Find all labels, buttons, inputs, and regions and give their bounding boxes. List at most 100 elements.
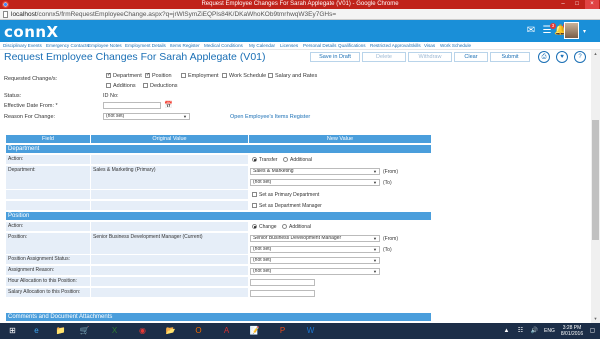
favorite-heart-icon[interactable]: ♥ [556,51,568,63]
nav-item[interactable]: Visas [424,43,435,48]
dept-to-select[interactable]: (not set) ▼ [250,179,380,186]
nav-item[interactable]: Items Register [170,43,200,48]
nav-item[interactable]: Licenses [280,43,298,48]
pos-additional-label: Additional [289,224,311,230]
change-deductions-checkbox[interactable] [143,83,148,88]
col-header-original: Original Value [91,135,248,143]
nav-item[interactable]: Employee Notes [88,43,122,48]
change-salary-checkbox[interactable] [268,73,273,78]
change-salary-label: Salary and Rates [275,73,318,79]
dept-from-label: (From) [383,169,398,175]
help-icon[interactable]: ? [574,51,586,63]
effective-date-input[interactable] [103,102,161,109]
maximize-icon[interactable]: □ [570,0,584,9]
print-icon[interactable]: ⎙ [538,51,550,63]
minimize-icon[interactable]: – [556,0,570,9]
effective-date-label: Effective Date From: * [4,103,58,109]
nav-item[interactable]: Skills [410,43,421,48]
language-indicator[interactable]: ENG [544,328,555,334]
dept-transfer-label: Transfer [259,157,278,163]
hour-allocation-label: Hour Allocation to this Position: [6,277,90,287]
status-label: Status: [4,93,22,99]
nav-item[interactable]: Emergency Contacts [46,43,89,48]
url-text[interactable]: localhost/connx5/frmRequestEmployeeChang… [11,11,336,18]
dept-from-select[interactable]: Sales & Marketing ▼ [250,168,380,175]
file-explorer-icon[interactable]: 📁 [54,325,67,337]
delete-button[interactable]: Delete [362,52,406,62]
tasks-icon[interactable]: ☰ 3 [541,23,556,37]
change-employment-checkbox[interactable] [181,73,186,78]
withdraw-button[interactable]: Withdraw [408,52,452,62]
set-dept-manager-label: Set as Department Manager [259,203,322,209]
nav-item[interactable]: My Calendar [249,43,275,48]
submit-button[interactable]: Submit [490,52,530,62]
dept-primary-original [91,190,248,200]
change-employment-label: Employment [188,73,219,79]
department-section-header: Department [6,145,431,153]
hour-allocation-input[interactable] [250,279,315,286]
pos-to-label: (To) [383,247,392,253]
module-nav: Disciplinary Events Emergency Contacts E… [0,42,600,50]
outlook-icon[interactable]: O [192,325,205,337]
clear-button[interactable]: Clear [454,52,488,62]
store-icon[interactable]: 🛒 [78,325,91,337]
change-department-checkbox[interactable] [106,72,111,78]
nav-item[interactable]: Disciplinary Events [3,43,42,48]
nav-item[interactable]: Employment Details [125,43,166,48]
attachments-section-header[interactable]: Comments and Document Attachments [6,313,431,321]
scroll-down-icon[interactable]: ▼ [591,315,600,323]
scroll-up-icon[interactable]: ▲ [591,50,600,58]
reason-select[interactable]: (not set) ▼ [103,113,190,120]
connx-logo[interactable]: connX [4,23,59,41]
acrobat-icon[interactable]: A [220,325,233,337]
ie-icon[interactable]: e [30,325,43,337]
user-menu-chevron-icon[interactable]: ▾ [583,28,586,35]
change-work-schedule-checkbox[interactable] [222,73,227,78]
scrollbar-thumb[interactable] [592,120,599,240]
set-dept-manager-checkbox[interactable] [252,203,257,208]
mail-icon[interactable]: ✉ [525,25,537,37]
change-department-label: Department [113,73,142,79]
save-draft-button[interactable]: Save in Draft [310,52,360,62]
change-additions-checkbox[interactable] [106,83,111,88]
dept-additional-label: Additional [290,157,312,163]
items-register-link[interactable]: Open Employee's Items Register [230,114,310,120]
volume-icon[interactable]: 🔊 [528,325,541,337]
dept-transfer-radio[interactable] [252,157,257,162]
change-position-checkbox[interactable] [145,72,150,78]
tray-up-icon[interactable]: ▲ [500,325,513,337]
powerpoint-icon[interactable]: P [276,325,289,337]
requested-changes-label: Requested Change/s: [4,76,58,82]
pos-from-select[interactable]: Senior Business Development Manager ▼ [250,235,380,242]
assign-reason-select[interactable]: (not set) ▼ [250,268,380,275]
assign-reason-original [91,266,248,276]
user-avatar[interactable] [564,22,579,39]
assign-status-select[interactable]: (not set) ▼ [250,257,380,264]
page-scrollbar[interactable]: ▲ ▼ [591,50,600,323]
nav-item[interactable]: Qualifications [338,43,366,48]
pos-to-select[interactable]: (not set) ▼ [250,246,380,253]
notifications-icon[interactable]: ▢ [586,325,599,337]
chrome-taskbar-icon[interactable]: ◉ [136,325,149,337]
pos-additional-radio[interactable] [282,224,287,229]
salary-allocation-input[interactable] [250,290,315,297]
windows-start-icon[interactable]: ⊞ [6,325,19,337]
clock[interactable]: 3:28 PM 8/01/2016 [558,325,586,337]
pos-change-radio[interactable] [252,224,257,229]
dept-manager-row [6,201,90,211]
word-icon[interactable]: W [304,325,317,337]
nav-item[interactable]: Personal Details [303,43,336,48]
calendar-icon[interactable]: 📅 [164,101,173,109]
set-primary-dept-checkbox[interactable] [252,192,257,197]
address-bar[interactable]: localhost/connx5/frmRequestEmployeeChang… [0,9,600,20]
nav-item[interactable]: Medical Conditions [204,43,243,48]
close-icon[interactable]: × [585,0,599,9]
dept-additional-radio[interactable] [283,157,288,162]
notepad-icon[interactable]: 📝 [248,325,261,337]
network-icon[interactable]: ☷ [514,325,527,337]
pos-change-label: Change [259,224,277,230]
excel-icon[interactable]: X [108,325,121,337]
nav-item[interactable]: Work Schedule [440,43,471,48]
nav-item[interactable]: Restricted Approval [370,43,410,48]
folder-icon[interactable]: 📂 [164,325,177,337]
